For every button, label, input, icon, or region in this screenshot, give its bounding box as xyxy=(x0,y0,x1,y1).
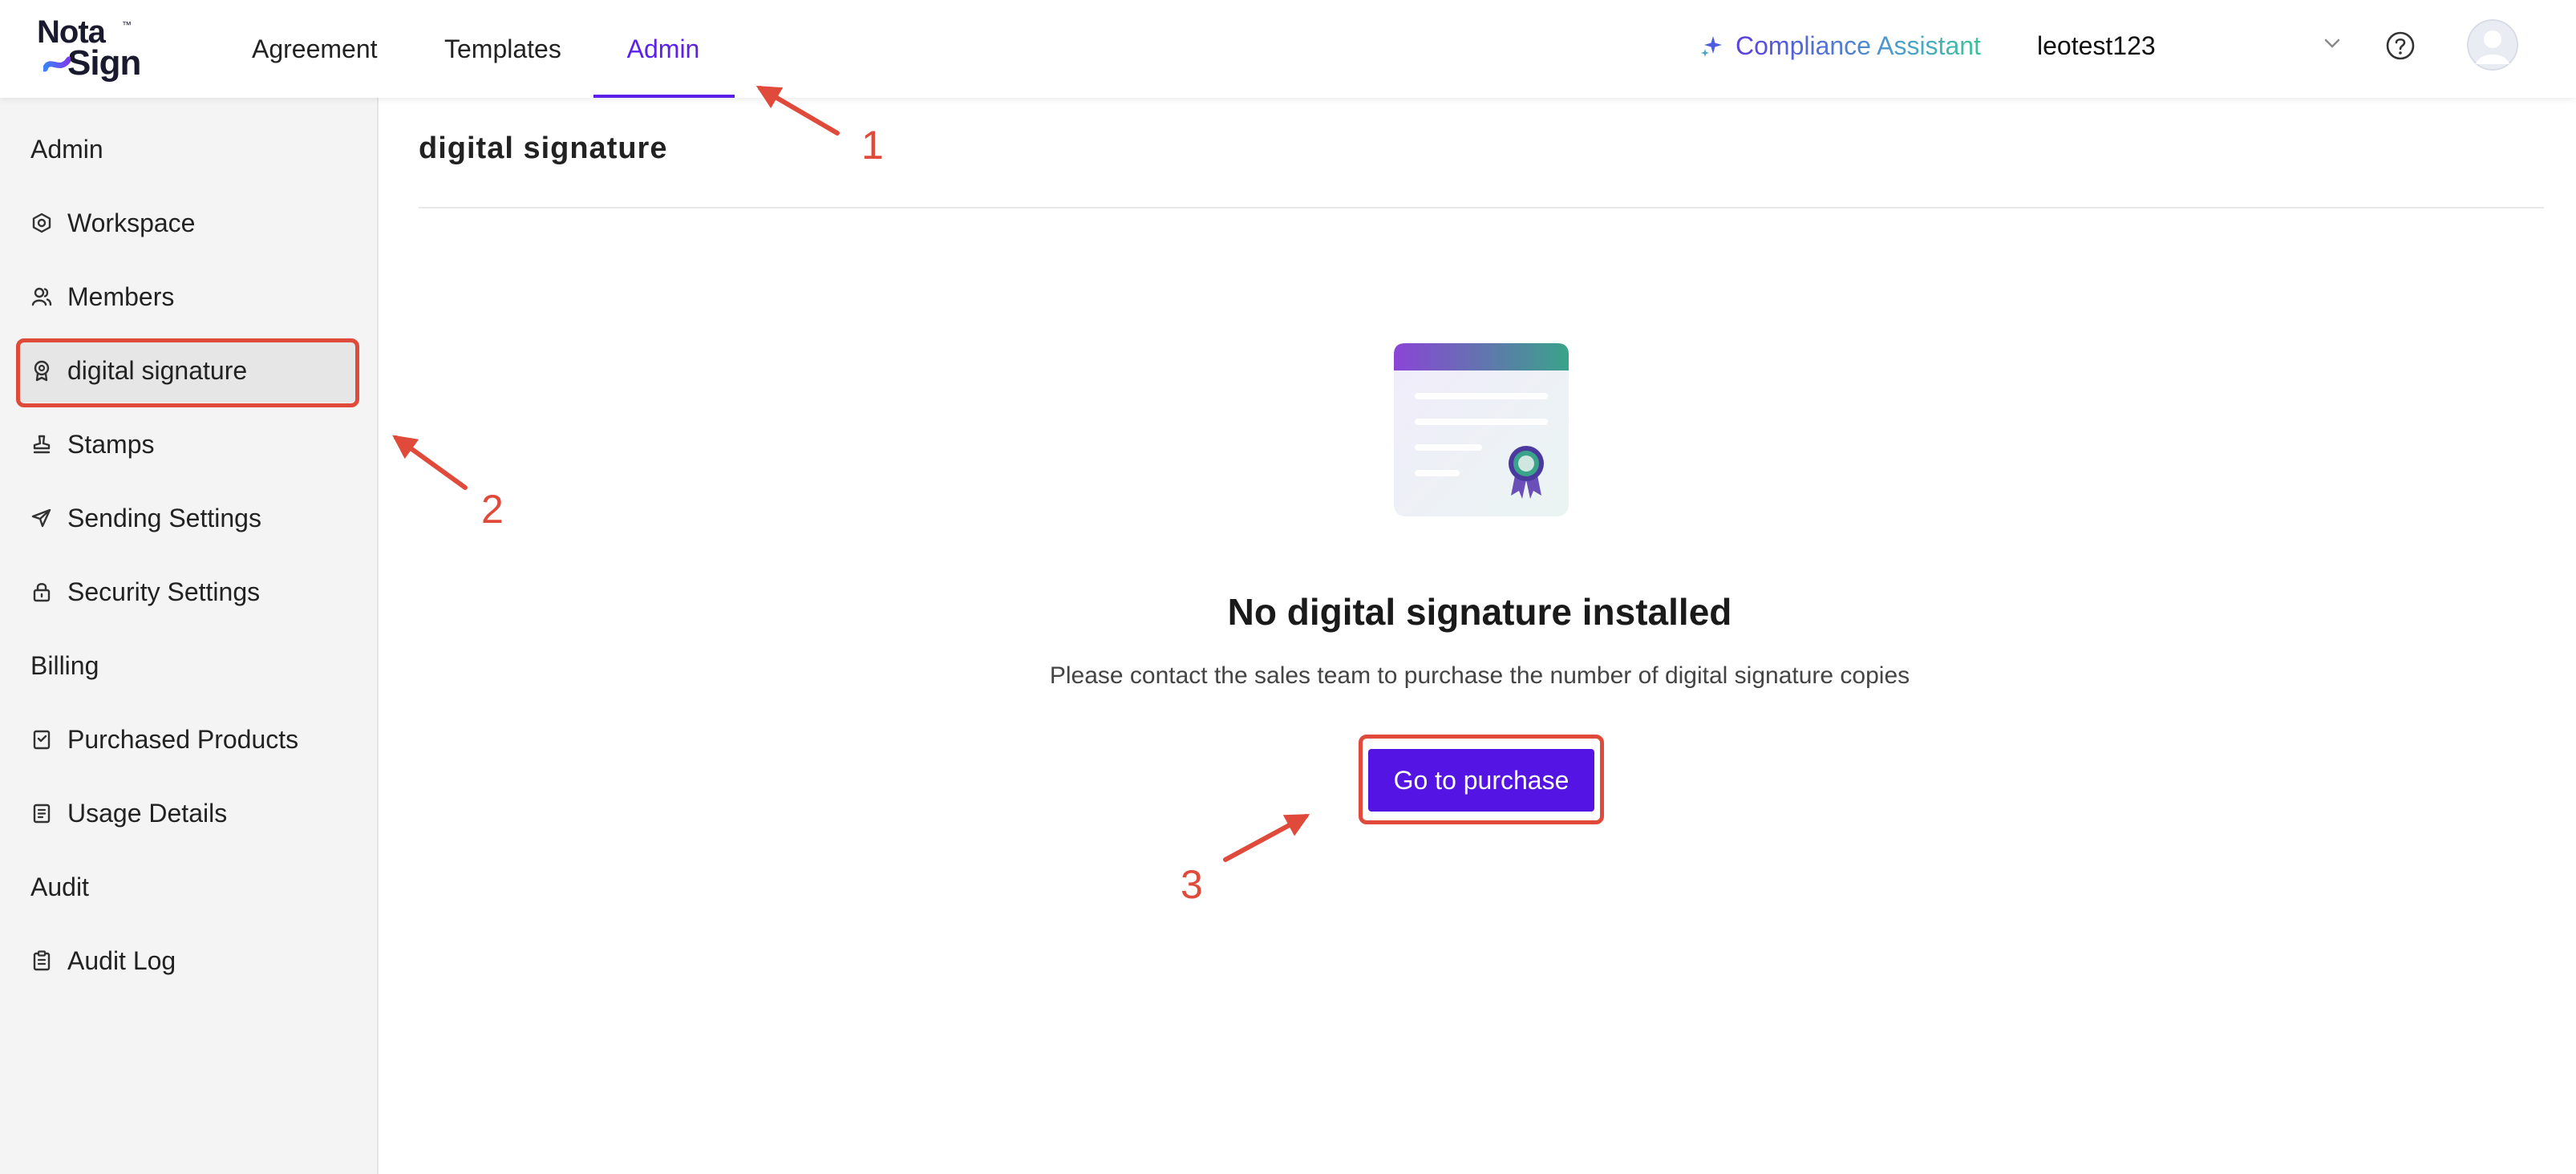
stamp-icon xyxy=(33,435,51,454)
annotation-arrow-3 xyxy=(1223,814,1310,862)
page-title: digital signature xyxy=(419,132,668,165)
sidebar-item-label: Usage Details xyxy=(67,798,228,828)
active-tab-underline xyxy=(593,95,735,98)
nav-tab-agreement[interactable]: Agreement xyxy=(252,0,378,98)
annotation-arrow-2 xyxy=(392,435,468,490)
sidebar-section-billing: Billing xyxy=(30,651,99,680)
sidebar-item-stamps[interactable]: Stamps xyxy=(18,412,356,476)
seal-icon xyxy=(34,360,50,382)
nav-tab-templates[interactable]: Templates xyxy=(444,0,561,98)
sidebar-section-admin: Admin xyxy=(30,135,103,164)
compliance-assistant-button[interactable]: Compliance Assistant xyxy=(1700,0,1981,91)
sidebar-item-label: Sending Settings xyxy=(67,503,261,532)
go-to-purchase-button[interactable]: Go to purchase xyxy=(1368,749,1594,812)
sidebar-item-workspace[interactable]: Workspace xyxy=(18,191,356,255)
top-bar: Nota ™ Sign Agreement Templates Admin Co… xyxy=(0,0,2576,98)
annotation-number-2: 2 xyxy=(481,487,504,532)
logo-swoosh-icon xyxy=(43,56,71,72)
sidebar-item-sending-settings[interactable]: Sending Settings xyxy=(18,486,356,550)
notasign-logo[interactable]: Nota ™ Sign xyxy=(35,14,148,83)
annotation-arrows xyxy=(392,85,1310,862)
members-icon xyxy=(31,287,52,306)
lock-icon xyxy=(33,583,51,602)
user-avatar[interactable] xyxy=(2467,19,2518,71)
empty-state-description: Please contact the sales team to purchas… xyxy=(1049,662,1910,689)
sidebar-item-security-settings[interactable]: Security Settings xyxy=(18,560,356,624)
avatar-person-icon xyxy=(2467,19,2518,71)
logo-trademark: ™ xyxy=(122,19,132,30)
workspace-icon xyxy=(32,213,51,233)
nav-tab-admin[interactable]: Admin xyxy=(600,0,727,98)
annotation-number-3: 3 xyxy=(1181,862,1203,907)
logo-text-bottom: Sign xyxy=(67,43,141,83)
compliance-assistant-label: Compliance Assistant xyxy=(1736,30,1981,60)
sidebar-item-label: Members xyxy=(67,281,175,311)
annotation-number-1: 1 xyxy=(861,123,884,168)
send-icon xyxy=(31,508,51,528)
sidebar-item-audit-log[interactable]: Audit Log xyxy=(18,929,356,993)
sidebar-item-label: Audit Log xyxy=(67,945,176,975)
sidebar-item-label: Purchased Products xyxy=(67,724,299,754)
help-icon[interactable] xyxy=(2385,30,2416,61)
product-icon xyxy=(33,730,51,750)
sidebar-item-label: Security Settings xyxy=(67,577,261,606)
chevron-down-icon xyxy=(2324,38,2340,48)
sidebar-item-members[interactable]: Members xyxy=(18,265,356,329)
sidebar-item-label: Stamps xyxy=(67,429,155,459)
sidebar-item-label: Workspace xyxy=(67,208,196,237)
empty-state-title: No digital signature installed xyxy=(1227,591,1732,633)
account-name: leotest123 xyxy=(2037,30,2156,60)
sidebar-item-usage-details[interactable]: Usage Details xyxy=(18,781,356,845)
document-icon xyxy=(33,804,51,824)
title-divider xyxy=(419,207,2544,208)
sidebar-item-label: digital signature xyxy=(67,355,248,385)
sidebar-section-audit: Audit xyxy=(30,872,89,901)
sidebar-item-digital-signature[interactable]: digital signature xyxy=(18,338,356,403)
account-selector[interactable]: leotest123 xyxy=(2037,0,2342,91)
sidebar-item-purchased-products[interactable]: Purchased Products xyxy=(18,707,356,771)
clipboard-icon xyxy=(33,950,51,971)
sparkle-icon xyxy=(1701,36,1722,57)
admin-sidebar: Admin Workspace Members digital signatur… xyxy=(0,98,379,1174)
certificate-illustration-icon xyxy=(1394,343,1569,516)
